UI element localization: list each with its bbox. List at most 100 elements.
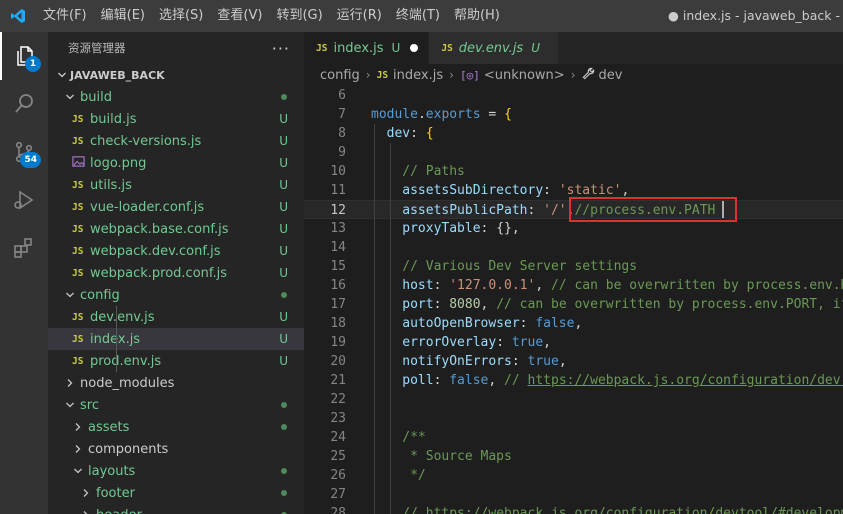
code-line[interactable]: 23 (304, 409, 843, 428)
file-row[interactable]: JS build.js U (48, 108, 304, 130)
file-row[interactable]: JS webpack.prod.conf.js U (48, 262, 304, 284)
menu-item[interactable]: 选择(S) (152, 0, 210, 32)
code-line[interactable]: 18 autoOpenBrowser: false, (304, 314, 843, 333)
folder-label: footer (96, 485, 135, 501)
file-row[interactable]: JS utils.js U (48, 174, 304, 196)
unsaved-dot-icon[interactable] (410, 44, 419, 52)
code-token: , (621, 183, 630, 198)
folder-label: build (80, 89, 112, 105)
folder-row[interactable]: components (48, 438, 304, 460)
source-control-icon[interactable]: 54 (0, 128, 48, 176)
code-token: , (574, 316, 583, 331)
indent-guide (116, 306, 117, 328)
breadcrumb-symbol-unknown[interactable]: <unknown> (484, 68, 565, 83)
file-row[interactable]: JS vue-loader.conf.js U (48, 196, 304, 218)
menu-item[interactable]: 终端(T) (389, 0, 447, 32)
code-line[interactable]: 9 (304, 143, 843, 162)
folder-row[interactable]: assets (48, 416, 304, 438)
line-number: 27 (330, 487, 346, 502)
file-row[interactable]: JS webpack.base.conf.js U (48, 218, 304, 240)
code-token[interactable]: https://webpack.js.org/configuration/dev… (426, 506, 843, 514)
git-status: U (279, 332, 288, 346)
code-text: // Various Dev Server settings (402, 257, 637, 276)
code-line[interactable]: 27 (304, 485, 843, 504)
code-line[interactable]: 21 poll: false, // https://webpack.js.org… (304, 371, 843, 390)
line-number: 25 (330, 449, 346, 464)
line-number: 12 (330, 203, 346, 218)
workspace-root[interactable]: JAVAWEB_BACK (48, 64, 304, 86)
folder-row[interactable]: layouts (48, 460, 304, 482)
folder-row[interactable]: header (48, 504, 304, 514)
file-row[interactable]: JS check-versions.js U (48, 130, 304, 152)
annotation-highlight-box (569, 197, 737, 222)
tab-dev-env-js[interactable]: JS dev.env.js U (429, 32, 559, 64)
breadcrumb-folder[interactable]: config (320, 68, 360, 83)
code-line[interactable]: 7 module.exports = { (304, 105, 843, 124)
code-line[interactable]: 15 // Various Dev Server settings (304, 257, 843, 276)
code-line[interactable]: 17 port: 8080, // can be overwritten by p… (304, 295, 843, 314)
folder-row[interactable]: config (48, 284, 304, 306)
file-label: dev.env.js (90, 309, 155, 325)
js-file-icon: JS (72, 245, 84, 257)
menu-item[interactable]: 运行(R) (330, 0, 389, 32)
folder-row[interactable]: node_modules (48, 372, 304, 394)
code-line[interactable]: 19 errorOverlay: true, (304, 333, 843, 352)
extensions-icon[interactable] (0, 224, 48, 272)
explorer-icon[interactable]: 1 (0, 32, 48, 80)
menu-item[interactable]: 转到(G) (269, 0, 329, 32)
chevron-down-icon (62, 290, 78, 300)
code-line[interactable]: 22 (304, 390, 843, 409)
file-row[interactable]: logo.png U (48, 152, 304, 174)
menu-item[interactable]: 文件(F) (36, 0, 94, 32)
modified-dot-icon (281, 468, 287, 474)
code-line[interactable]: 20 notifyOnErrors: true, (304, 352, 843, 371)
code-line[interactable]: 24 /** (304, 428, 843, 447)
folder-row[interactable]: build (48, 86, 304, 108)
file-label: vue-loader.conf.js (90, 199, 205, 215)
run-debug-icon[interactable] (0, 176, 48, 224)
tab-index-js[interactable]: JS index.js U (304, 32, 430, 64)
code-token: : (519, 316, 536, 331)
code-text: module.exports = { (371, 105, 512, 124)
file-label: prod.env.js (90, 353, 162, 369)
code-line[interactable]: 14 (304, 238, 843, 257)
code-token[interactable]: https://webpack.js.org/configuration/dev… (528, 373, 843, 388)
menu-item[interactable]: 帮助(H) (447, 0, 507, 32)
code-token: proxyTable (402, 221, 481, 236)
more-actions-icon[interactable]: ··· (272, 39, 290, 58)
file-row[interactable]: JSindex.jsU (48, 328, 304, 350)
vscode-logo-icon[interactable] (0, 0, 36, 32)
breadcrumb-symbol-dev[interactable]: dev (599, 68, 623, 83)
folder-label: layouts (88, 463, 136, 479)
menu-item[interactable]: 查看(V) (210, 0, 269, 32)
code-editor[interactable]: 6 7 module.exports = {8 dev: {9 10// Paths 11… (304, 86, 843, 514)
js-file-icon: JS (72, 267, 84, 279)
folder-row[interactable]: src (48, 394, 304, 416)
code-token: // (504, 373, 528, 388)
code-line[interactable]: 16 host: '127.0.0.1', // can be overwritt… (304, 276, 843, 295)
explorer-title: 资源管理器 (68, 41, 126, 55)
search-icon[interactable] (0, 80, 48, 128)
git-status: U (279, 200, 288, 214)
code-line[interactable]: 6 (304, 86, 843, 105)
code-line[interactable]: 26 */ (304, 466, 843, 485)
code-token: : (433, 297, 450, 312)
folder-row[interactable]: footer (48, 482, 304, 504)
modified-dot-icon (281, 94, 287, 100)
breadcrumb-file[interactable]: index.js (393, 68, 443, 83)
code-text: autoOpenBrowser: false, (402, 314, 582, 333)
file-row[interactable]: JS prod.env.js U (48, 350, 304, 372)
chevron-right-icon: › (449, 68, 454, 82)
code-text: dev: { (387, 124, 434, 143)
folder-label: src (80, 397, 99, 413)
code-line[interactable]: 25 * Source Maps (304, 447, 843, 466)
code-line[interactable]: 8 dev: { (304, 124, 843, 143)
file-row[interactable]: JS dev.env.js U (48, 306, 304, 328)
file-row[interactable]: JS webpack.dev.conf.js U (48, 240, 304, 262)
code-line[interactable]: 28 // https://webpack.js.org/configuratio… (304, 504, 843, 514)
git-status: U (279, 156, 288, 170)
wrench-icon (582, 67, 595, 84)
line-number: 8 (338, 126, 346, 141)
menu-item[interactable]: 编辑(E) (94, 0, 152, 32)
code-line[interactable]: 10 // Paths (304, 162, 843, 181)
